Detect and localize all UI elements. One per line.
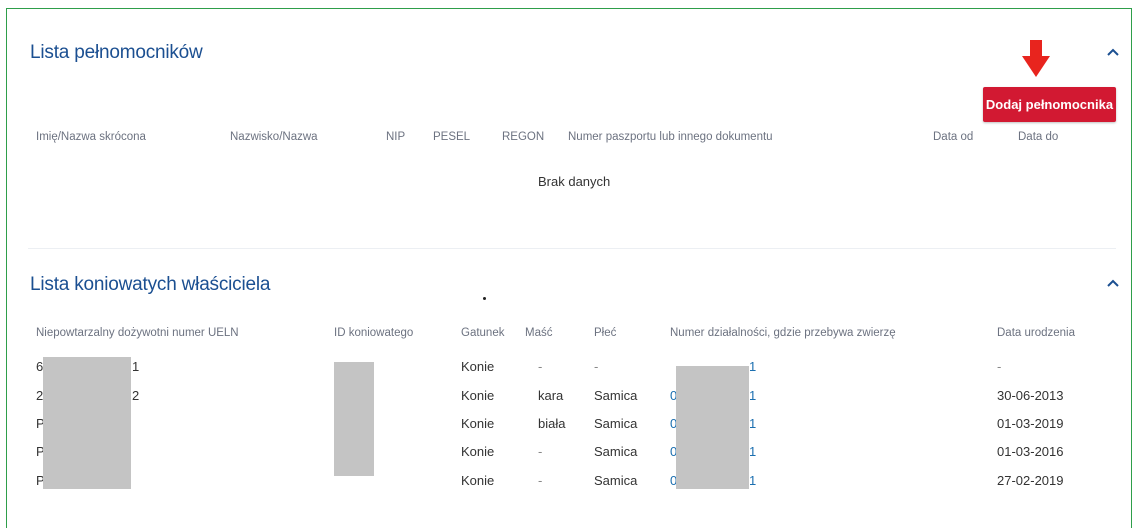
chevron-up-icon[interactable] (1102, 45, 1124, 61)
birth-date-cell: 01-03-2016 (997, 444, 1064, 459)
add-proxy-button[interactable]: Dodaj pełnomocnika (983, 87, 1116, 122)
horses-title: Lista koniowatych właściciela (30, 274, 271, 295)
activity-number-link-end[interactable]: 1 (749, 416, 756, 431)
column-header-date-to: Data do (1018, 131, 1059, 143)
activity-number-link-end[interactable]: 1 (749, 444, 756, 459)
column-header-birth-date: Data urodzenia (997, 327, 1075, 339)
sex-cell: - (594, 359, 599, 374)
column-header-species: Gatunek (461, 327, 505, 339)
species-cell: Konie (461, 473, 495, 488)
ueln-cell-end: 2 (132, 388, 140, 403)
sex-cell: Samica (594, 388, 638, 403)
birth-date-cell: 01-03-2019 (997, 416, 1064, 431)
empty-state-text: Brak danych (538, 174, 611, 189)
ueln-cell-end: 1 (132, 359, 140, 374)
column-header-first-name: Imię/Nazwa skrócona (36, 131, 146, 143)
proxies-title: Lista pełnomocników (30, 42, 203, 63)
species-cell: Konie (461, 444, 495, 459)
activity-number-link[interactable]: 1 (749, 359, 756, 374)
section-divider (28, 248, 1116, 249)
activity-number-link-end[interactable]: 1 (749, 473, 756, 488)
column-header-pesel: PESEL (433, 131, 471, 143)
section-frame (6, 8, 1132, 528)
coat-color-cell: biała (538, 416, 566, 431)
species-cell: Konie (461, 388, 495, 403)
birth-date-cell: - (997, 359, 1002, 374)
sex-cell: Samica (594, 444, 638, 459)
species-cell: Konie (461, 359, 495, 374)
column-header-horse-id: ID koniowatego (334, 327, 414, 339)
column-header-regon: REGON (502, 131, 545, 143)
chevron-up-icon[interactable] (1102, 276, 1124, 292)
coat-color-cell: - (538, 359, 543, 374)
column-header-ueln: Niepowtarzalny dożywotni numer UELN (36, 327, 239, 339)
birth-date-cell: 27-02-2019 (997, 473, 1064, 488)
column-header-coat-color: Maść (525, 327, 553, 339)
column-header-nip: NIP (386, 131, 406, 143)
redaction-block-id (334, 362, 374, 476)
column-header-activity-number: Numer działalności, gdzie przebywa zwier… (670, 327, 896, 339)
birth-date-cell: 30-06-2013 (997, 388, 1064, 403)
coat-color-cell: - (538, 473, 543, 488)
coat-color-cell: - (538, 444, 543, 459)
column-header-passport: Numer paszportu lub innego dokumentu (568, 131, 773, 143)
coat-color-cell: kara (538, 388, 564, 403)
redaction-block-ueln (43, 357, 131, 489)
column-header-sex: Płeć (594, 327, 617, 339)
sex-cell: Samica (594, 416, 638, 431)
arrow-down-icon (1022, 40, 1050, 77)
redaction-block-activity (676, 366, 749, 489)
stray-dot (483, 297, 486, 300)
column-header-date-from: Data od (933, 131, 974, 143)
sex-cell: Samica (594, 473, 638, 488)
activity-number-link-end[interactable]: 1 (749, 388, 756, 403)
species-cell: Konie (461, 416, 495, 431)
column-header-last-name: Nazwisko/Nazwa (230, 131, 318, 143)
